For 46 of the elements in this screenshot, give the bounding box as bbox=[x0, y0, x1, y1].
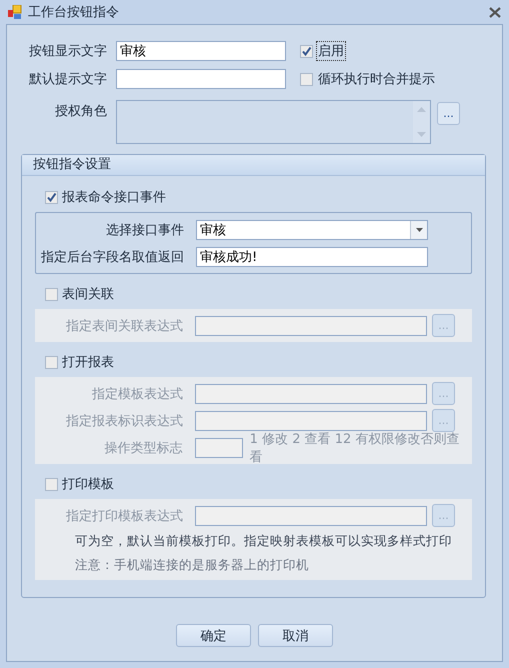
dropdown-arrow-icon bbox=[416, 228, 422, 232]
field-label: 指定表间关联表达式 bbox=[65, 318, 183, 334]
hint-text: 1 修改 2 查看 12 有权限修改否则查看 bbox=[250, 430, 460, 466]
text-field[interactable] bbox=[116, 69, 286, 89]
checkbox-label[interactable]: 报表命令接口事件 bbox=[62, 188, 166, 206]
browse-button[interactable]: ... bbox=[437, 102, 460, 125]
group-header: 按钮指令设置 bbox=[22, 155, 485, 176]
field-label: 选择接口事件 bbox=[105, 222, 184, 238]
checkbox[interactable] bbox=[45, 478, 58, 490]
note-text: 注意：手机端连接的是服务器上的打印机 bbox=[75, 556, 309, 574]
close-icon[interactable] bbox=[489, 6, 501, 18]
dialog-button[interactable]: 确定 bbox=[176, 624, 251, 647]
dialog-button[interactable]: 取消 bbox=[258, 624, 333, 647]
field-label: 默认提示文字 bbox=[28, 71, 107, 88]
field-label: 授权角色 bbox=[54, 103, 107, 120]
checkbox[interactable] bbox=[300, 72, 313, 86]
text-field[interactable] bbox=[195, 410, 427, 430]
text-field[interactable] bbox=[195, 316, 427, 336]
field-label: 指定模板表达式 bbox=[91, 386, 183, 402]
note-text: 可为空，默认当前模板打印。指定映射表模板可以实现多样式打印 bbox=[75, 532, 452, 550]
checkbox-label[interactable]: 循环执行时合并提示 bbox=[316, 69, 437, 89]
text-field[interactable] bbox=[195, 384, 427, 404]
checkbox[interactable] bbox=[45, 190, 58, 204]
field-label: 指定报表标识表达式 bbox=[65, 412, 183, 430]
text-field[interactable]: 审核 bbox=[116, 41, 286, 61]
field-label: 指定后台字段名取值返回 bbox=[40, 248, 184, 266]
scrollbar[interactable] bbox=[413, 101, 430, 143]
checkbox-label[interactable]: 打印模板 bbox=[62, 475, 114, 493]
field-label: 按钮显示文字 bbox=[28, 43, 107, 60]
field-label: 操作类型标志 bbox=[104, 440, 183, 456]
app-icon bbox=[8, 5, 22, 19]
checkbox-label[interactable]: 打开报表 bbox=[62, 353, 114, 371]
role-list[interactable] bbox=[116, 100, 431, 144]
text-field[interactable] bbox=[195, 506, 427, 526]
dropdown[interactable]: 审核 bbox=[196, 220, 428, 240]
checkbox-label[interactable]: 启用 bbox=[316, 41, 346, 61]
checkbox-label[interactable]: 表间关联 bbox=[62, 285, 114, 303]
field-label: 指定打印模板表达式 bbox=[65, 508, 183, 524]
text-field[interactable] bbox=[194, 438, 243, 458]
checkbox[interactable] bbox=[45, 288, 58, 300]
checkbox[interactable] bbox=[300, 44, 313, 58]
checkbox[interactable] bbox=[45, 356, 58, 368]
text-field[interactable]: 审核成功! bbox=[196, 246, 428, 266]
scroll-down-icon[interactable] bbox=[417, 132, 426, 137]
scroll-up-icon[interactable] bbox=[417, 107, 426, 112]
window-title: 工作台按钮指令 bbox=[28, 4, 119, 21]
